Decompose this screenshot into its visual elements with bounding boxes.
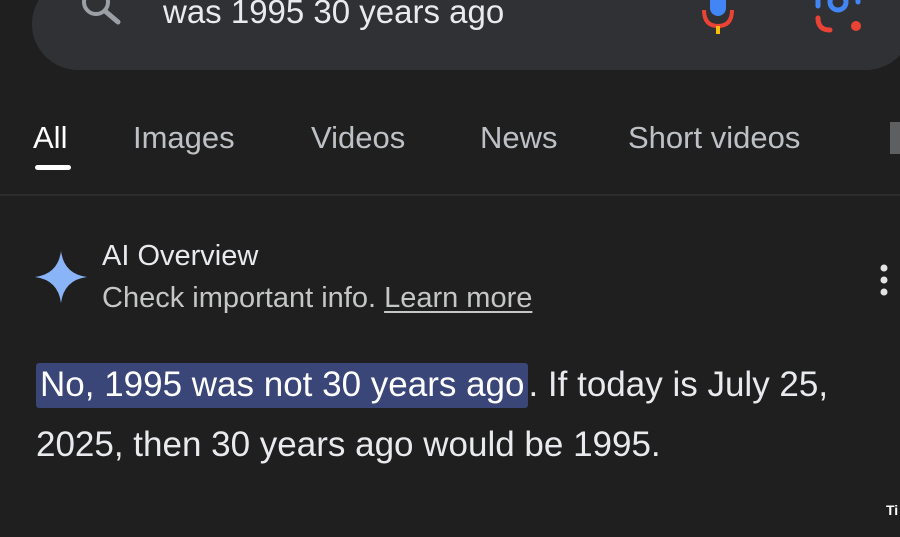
search-icon[interactable] (78, 0, 128, 32)
ai-overview-subtitle: Check important info. Learn more (102, 278, 532, 318)
ai-overview-title: AI Overview (102, 240, 259, 272)
ai-overview-notice: Check important info. (102, 282, 377, 314)
tab-videos[interactable]: Videos (311, 118, 405, 158)
search-input[interactable]: was 1995 30 years ago (163, 0, 504, 32)
search-tabs: All Images Videos News Short videos (0, 110, 900, 170)
tab-short-videos[interactable]: Short videos (628, 118, 800, 158)
watermark: Ti (886, 502, 899, 518)
tab-images[interactable]: Images (133, 118, 235, 158)
more-options-icon[interactable] (876, 262, 892, 298)
sparkle-icon (35, 251, 87, 303)
ai-overview-answer: No, 1995 was not 30 years ago. If today … (36, 355, 896, 475)
lens-icon[interactable] (812, 0, 864, 36)
mic-icon[interactable] (698, 0, 738, 36)
divider (0, 194, 900, 196)
tab-all[interactable]: All (33, 118, 67, 158)
learn-more-link[interactable]: Learn more (384, 282, 532, 314)
answer-highlight: No, 1995 was not 30 years ago (36, 363, 529, 408)
tab-overflow[interactable] (890, 122, 900, 154)
tab-news[interactable]: News (480, 118, 558, 158)
active-tab-indicator (35, 165, 71, 170)
